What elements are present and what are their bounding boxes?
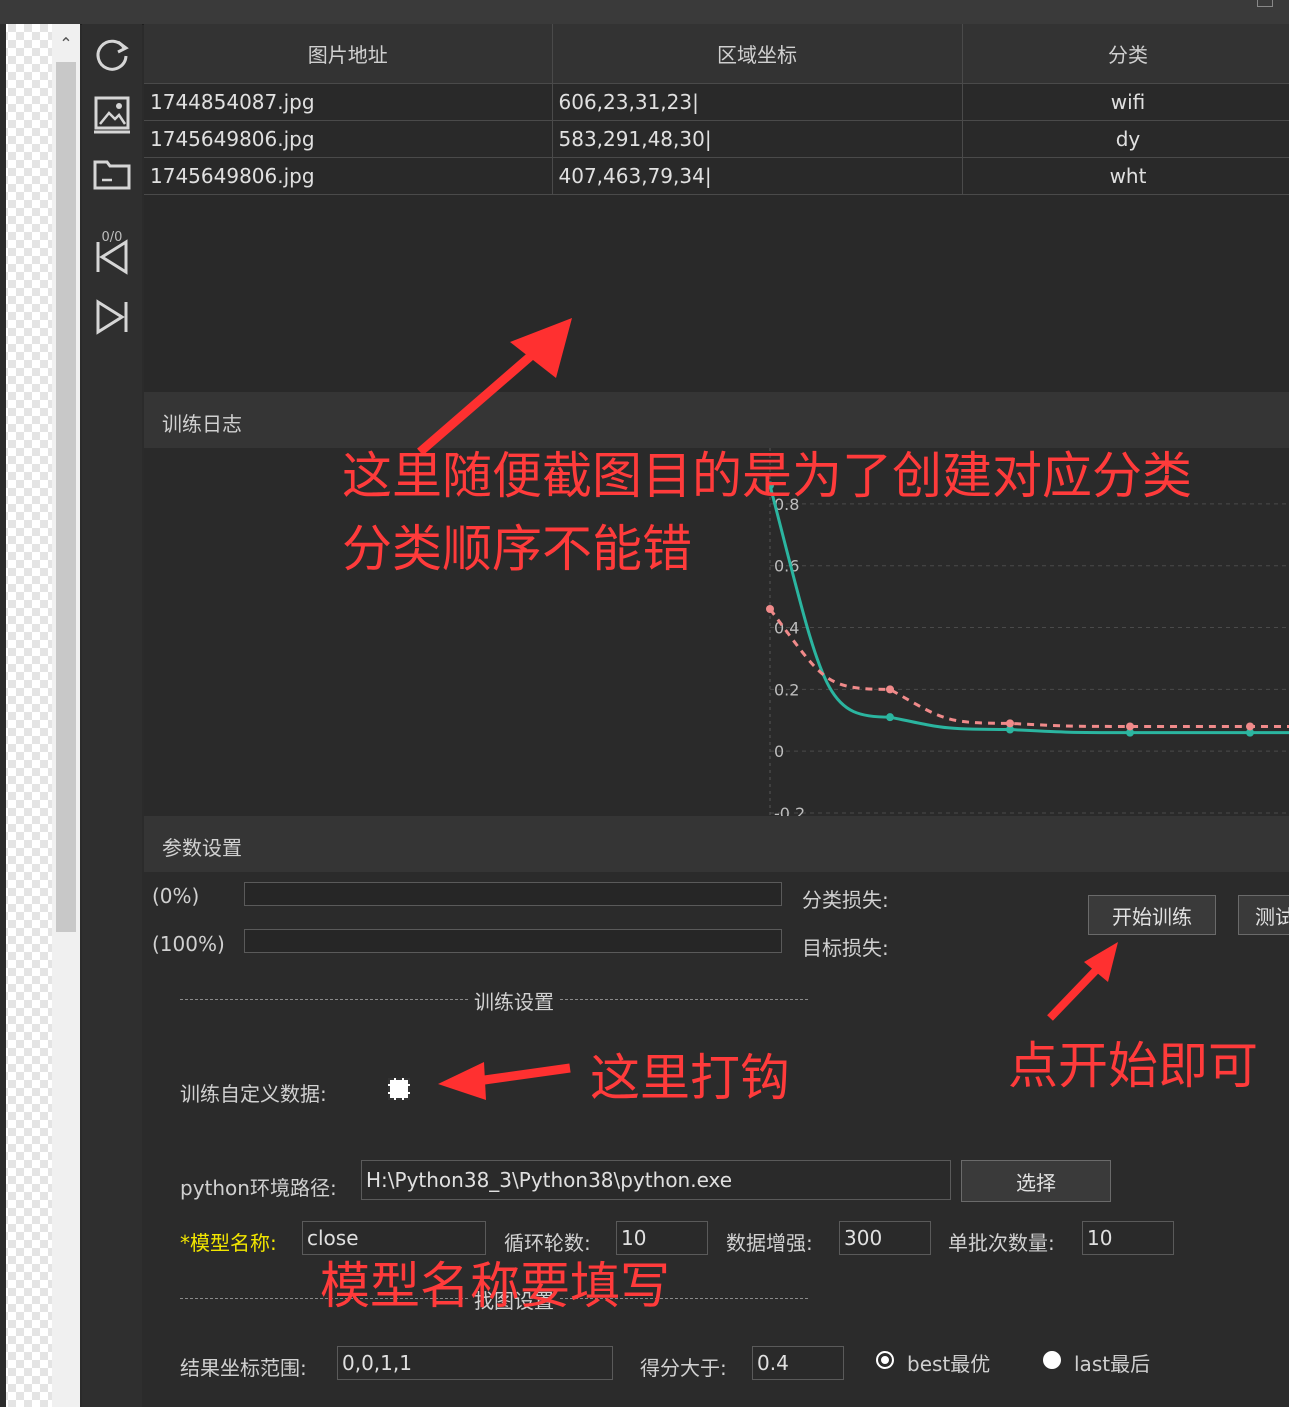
augment-label: 数据增强:	[726, 1231, 813, 1255]
scroll-up-arrow-icon[interactable]: ⌃	[52, 28, 80, 60]
custom-data-checkbox[interactable]	[388, 1078, 410, 1100]
best-label: best最优	[907, 1352, 991, 1376]
column-header-image-path[interactable]: 图片地址	[144, 24, 553, 84]
progress-label-total: (100%)	[152, 932, 225, 956]
y-tick-label: 0	[774, 742, 784, 761]
y-tick-label: 0.2	[774, 680, 799, 699]
series-point	[766, 605, 774, 613]
augment-input[interactable]	[839, 1221, 931, 1255]
folder-icon	[93, 160, 131, 190]
class-loss-label: 分类损失:	[802, 888, 889, 912]
canvas-edge	[0, 24, 6, 1407]
column-header-region[interactable]: 区域坐标	[552, 24, 963, 84]
cell-class[interactable]: wht	[962, 157, 1289, 195]
table-row[interactable]: 1744854087.jpg 606,23,31,23| wifi	[144, 83, 1289, 121]
series-point	[1246, 722, 1254, 731]
annotation-note-start: 点开始即可	[1008, 1037, 1258, 1095]
best-radio[interactable]	[876, 1351, 894, 1369]
last-label: last最后	[1074, 1352, 1151, 1376]
progress-bar-epoch	[244, 882, 782, 906]
progress-bar-total	[244, 929, 782, 953]
next-icon	[96, 299, 128, 335]
image-canvas[interactable]	[0, 24, 52, 1407]
table-row[interactable]: 1745649806.jpg 407,463,79,34| wht	[144, 157, 1289, 195]
target-loss-label: 目标损失:	[802, 936, 889, 960]
start-training-button[interactable]: 开始训练	[1088, 895, 1216, 935]
train-settings-label: 训练设置	[470, 986, 558, 1015]
custom-data-label: 训练自定义数据:	[180, 1082, 327, 1106]
annotation-note-table: 这里随便截图目的是为了创建对应分类 分类顺序不能错	[342, 440, 1192, 585]
open-folder-button[interactable]	[90, 152, 134, 196]
table-header-row: 图片地址 区域坐标 分类	[144, 24, 1289, 84]
select-path-button[interactable]: 选择	[961, 1160, 1111, 1202]
cell-region[interactable]: 583,291,48,30|	[552, 120, 963, 158]
cell-class[interactable]: wifi	[962, 83, 1289, 121]
side-toolbar: 0/0	[82, 24, 142, 1407]
next-image-button[interactable]	[90, 294, 134, 338]
params-panel: (0%) (100%) 分类损失: 目标损失: 开始训练 测试 训练设置 训练自…	[144, 872, 1289, 1407]
cell-image-path[interactable]: 1744854087.jpg	[144, 83, 553, 121]
refresh-button[interactable]	[90, 32, 134, 76]
y-tick-label: -0.2	[774, 804, 805, 816]
params-header: 参数设置	[144, 816, 1289, 872]
python-path-input[interactable]	[361, 1160, 951, 1200]
score-input[interactable]	[752, 1346, 844, 1380]
scrollbar-thumb[interactable]	[56, 62, 76, 932]
image-icon	[94, 96, 130, 134]
cell-class[interactable]: dy	[962, 120, 1289, 158]
cell-region[interactable]: 407,463,79,34|	[552, 157, 963, 195]
window-restore-icon[interactable]	[1257, 0, 1273, 7]
cell-image-path[interactable]: 1745649806.jpg	[144, 157, 553, 195]
series-point	[886, 685, 894, 694]
column-header-class[interactable]: 分类	[962, 24, 1289, 84]
cell-image-path[interactable]: 1745649806.jpg	[144, 120, 553, 158]
result-range-label: 结果坐标范围:	[180, 1356, 307, 1380]
annotation-note-table-line2: 分类顺序不能错	[342, 519, 692, 578]
series-point	[1126, 722, 1134, 731]
previous-icon	[96, 239, 128, 275]
model-name-label: *模型名称:	[180, 1231, 277, 1255]
series-point	[1006, 719, 1014, 728]
refresh-icon	[96, 39, 129, 71]
progress-label-epoch: (0%)	[152, 884, 200, 908]
batch-label: 单批次数量:	[948, 1231, 1055, 1255]
annotation-table: 图片地址 区域坐标 分类 1744854087.jpg 606,23,31,23…	[144, 24, 1289, 392]
cell-region[interactable]: 606,23,31,23|	[552, 83, 963, 121]
last-radio[interactable]	[1043, 1351, 1061, 1369]
batch-input[interactable]	[1082, 1221, 1174, 1255]
annotation-note-model-name: 模型名称要填写	[320, 1257, 670, 1315]
previous-image-button[interactable]	[90, 234, 134, 278]
table-row[interactable]: 1745649806.jpg 583,291,48,30| dy	[144, 120, 1289, 158]
window-title-bar	[0, 0, 1289, 25]
python-path-label: python环境路径:	[180, 1176, 337, 1200]
training-log-title: 训练日志	[162, 412, 242, 436]
annotation-note-table-line1: 这里随便截图目的是为了创建对应分类	[342, 447, 1192, 505]
score-label: 得分大于:	[640, 1356, 727, 1380]
test-button[interactable]: 测试	[1238, 895, 1289, 935]
params-title: 参数设置	[162, 836, 242, 860]
annotation-note-checkbox: 这里打钩	[590, 1049, 790, 1107]
open-image-button[interactable]	[90, 92, 134, 136]
series-point	[886, 713, 894, 722]
result-range-input[interactable]	[337, 1346, 613, 1380]
